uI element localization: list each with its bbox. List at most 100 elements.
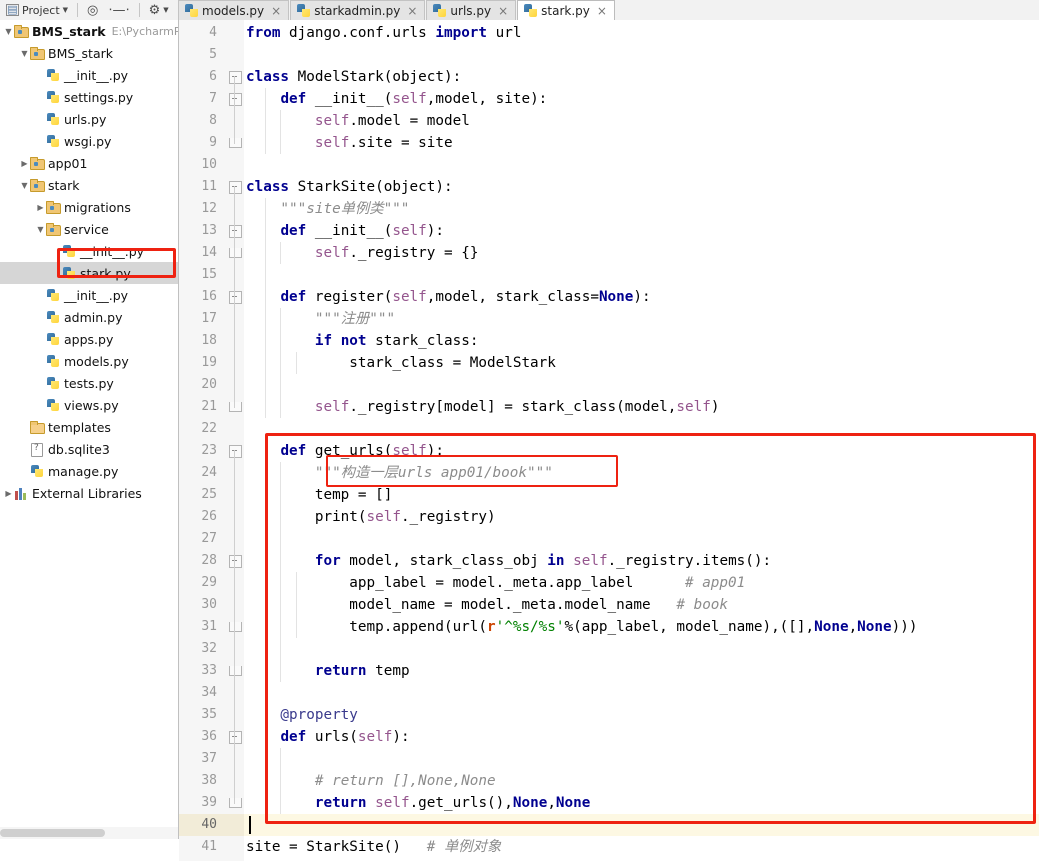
tree-item[interactable]: ▶ External Libraries xyxy=(0,482,178,504)
chevron-right-icon[interactable]: ▶ xyxy=(35,196,46,218)
tree-item[interactable]: ▼ service xyxy=(0,218,178,240)
collapse-all-icon: ⋅—⋅ xyxy=(108,2,130,18)
python-file-icon xyxy=(62,244,76,258)
sidebar-horizontal-scrollbar[interactable] xyxy=(0,827,178,839)
fold-end-marker[interactable] xyxy=(229,622,242,632)
fold-collapse-marker[interactable] xyxy=(229,291,242,304)
code-token: ,model, site): xyxy=(426,91,548,107)
tree-item[interactable]: ▶wsgi.py xyxy=(0,130,178,152)
editor-tab-starkadmin-py[interactable]: starkadmin.py × xyxy=(290,0,426,20)
fold-connector-line xyxy=(234,736,235,804)
line-number: 28 xyxy=(201,553,217,568)
fold-end-marker[interactable] xyxy=(229,402,242,412)
chevron-right-icon[interactable]: ▶ xyxy=(19,152,30,174)
chevron-down-icon[interactable]: ▼ xyxy=(3,20,14,42)
tree-item[interactable]: ▼ stark xyxy=(0,174,178,196)
tree-item-label: stark xyxy=(48,177,80,193)
tree-item[interactable]: ▶__init__.py xyxy=(0,240,178,262)
code-token: def xyxy=(280,91,307,107)
code-token: .get_urls(), xyxy=(409,795,513,811)
code-text-area[interactable]: from django.conf.urls import url class Mo… xyxy=(244,20,1039,861)
tree-item[interactable]: ▶urls.py xyxy=(0,108,178,130)
tree-item[interactable]: ▶templates xyxy=(0,416,178,438)
line-number: 14 xyxy=(201,245,217,260)
line-number: 13 xyxy=(201,223,217,238)
chevron-right-icon[interactable]: ▶ xyxy=(3,482,14,504)
code-token: ): xyxy=(392,729,410,745)
fold-collapse-marker[interactable] xyxy=(229,181,242,194)
code-token: if not xyxy=(314,333,367,349)
close-icon[interactable]: × xyxy=(407,4,417,18)
code-editor[interactable]: from django.conf.urls import url class Mo… xyxy=(179,20,1039,861)
tree-item-selected[interactable]: ▶stark.py xyxy=(0,262,178,284)
tree-item[interactable]: ▶__init__.py xyxy=(0,64,178,86)
chevron-down-icon[interactable]: ▼ xyxy=(19,174,30,196)
tree-item[interactable]: ▼ BMS_stark xyxy=(0,42,178,64)
fold-collapse-marker[interactable] xyxy=(229,93,242,106)
project-view-button[interactable]: ▤ Project ▼ xyxy=(3,1,71,19)
python-file-icon xyxy=(46,354,60,368)
tree-item[interactable]: ▶ app01 xyxy=(0,152,178,174)
tree-item[interactable]: ▶?db.sqlite3 xyxy=(0,438,178,460)
fold-end-marker[interactable] xyxy=(229,138,242,148)
editor-tab-stark-py[interactable]: stark.py × xyxy=(517,0,615,20)
code-token: # app01 xyxy=(684,575,746,591)
code-token: None xyxy=(512,795,548,811)
tree-item-label: models.py xyxy=(64,353,129,369)
fold-end-marker[interactable] xyxy=(229,666,242,676)
project-path-label: E:\PycharmP xyxy=(111,24,179,38)
tree-item[interactable]: ▶tests.py xyxy=(0,372,178,394)
close-icon[interactable]: × xyxy=(597,4,607,18)
collapse-all-button[interactable]: ⋅—⋅ xyxy=(105,1,132,19)
code-line: return self.get_urls(),None,None xyxy=(246,792,590,814)
code-line: class ModelStark(object): xyxy=(246,66,461,88)
tree-item[interactable]: ▶views.py xyxy=(0,394,178,416)
fold-end-marker[interactable] xyxy=(229,798,242,808)
code-token: ))) xyxy=(891,619,918,635)
project-tree-panel[interactable]: ▼BMS_starkE:\PycharmP▼BMS_stark▶__init__… xyxy=(0,20,179,839)
line-number: 37 xyxy=(201,751,217,766)
tree-item-label: migrations xyxy=(64,199,131,215)
code-token: site = StarkSite() xyxy=(246,839,427,855)
fold-collapse-marker[interactable] xyxy=(229,71,242,84)
code-token: ._registry.items(): xyxy=(607,553,772,569)
tree-item-label: urls.py xyxy=(64,111,107,127)
module-folder-icon xyxy=(30,178,45,192)
tree-item[interactable]: ▶admin.py xyxy=(0,306,178,328)
tree-item[interactable]: ▼ BMS_stark E:\PycharmP xyxy=(0,20,178,42)
code-token: '^%s/%s' xyxy=(495,619,565,635)
tree-item[interactable]: ▶manage.py xyxy=(0,460,178,482)
editor-tab-models-py[interactable]: models.py × xyxy=(178,0,290,20)
chevron-down-icon[interactable]: ▼ xyxy=(35,218,46,240)
fold-collapse-marker[interactable] xyxy=(229,731,242,744)
tree-item[interactable]: ▶ migrations xyxy=(0,196,178,218)
fold-end-marker[interactable] xyxy=(229,248,242,258)
indent-guide xyxy=(295,352,297,374)
code-line: temp.append(url(r'^%s/%s'%(app_label, mo… xyxy=(246,616,917,638)
tree-item[interactable]: ▶settings.py xyxy=(0,86,178,108)
close-icon[interactable]: × xyxy=(271,4,281,18)
code-line: return temp xyxy=(246,660,410,682)
indent-guide xyxy=(264,88,266,154)
editor-tab-urls-py[interactable]: urls.py × xyxy=(426,0,517,20)
tree-item[interactable]: ▶__init__.py xyxy=(0,284,178,306)
tree-item[interactable]: ▶apps.py xyxy=(0,328,178,350)
gear-dropdown-icon: ▼ xyxy=(163,5,169,14)
tree-item-label: __init__.py xyxy=(64,287,129,303)
chevron-down-icon[interactable]: ▼ xyxy=(19,42,30,64)
locate-file-button[interactable]: ◎ xyxy=(84,1,101,19)
sidebar-scrollbar-thumb[interactable] xyxy=(0,829,105,837)
toolbar-left-group: ▤ Project ▼ ◎ ⋅—⋅ ⚙ ▼ ⊢ xyxy=(0,0,192,20)
code-token: model_name = model._meta.model_name xyxy=(246,597,677,613)
code-token: self xyxy=(573,553,608,569)
code-token: temp xyxy=(366,663,410,679)
fold-collapse-marker[interactable] xyxy=(229,445,242,458)
tree-item[interactable]: ▶models.py xyxy=(0,350,178,372)
close-icon[interactable]: × xyxy=(498,4,508,18)
fold-collapse-marker[interactable] xyxy=(229,555,242,568)
fold-collapse-marker[interactable] xyxy=(229,225,242,238)
code-token: class xyxy=(246,69,290,85)
code-token: ,model, stark_class= xyxy=(426,289,599,305)
settings-button[interactable]: ⚙ ▼ xyxy=(146,1,172,19)
